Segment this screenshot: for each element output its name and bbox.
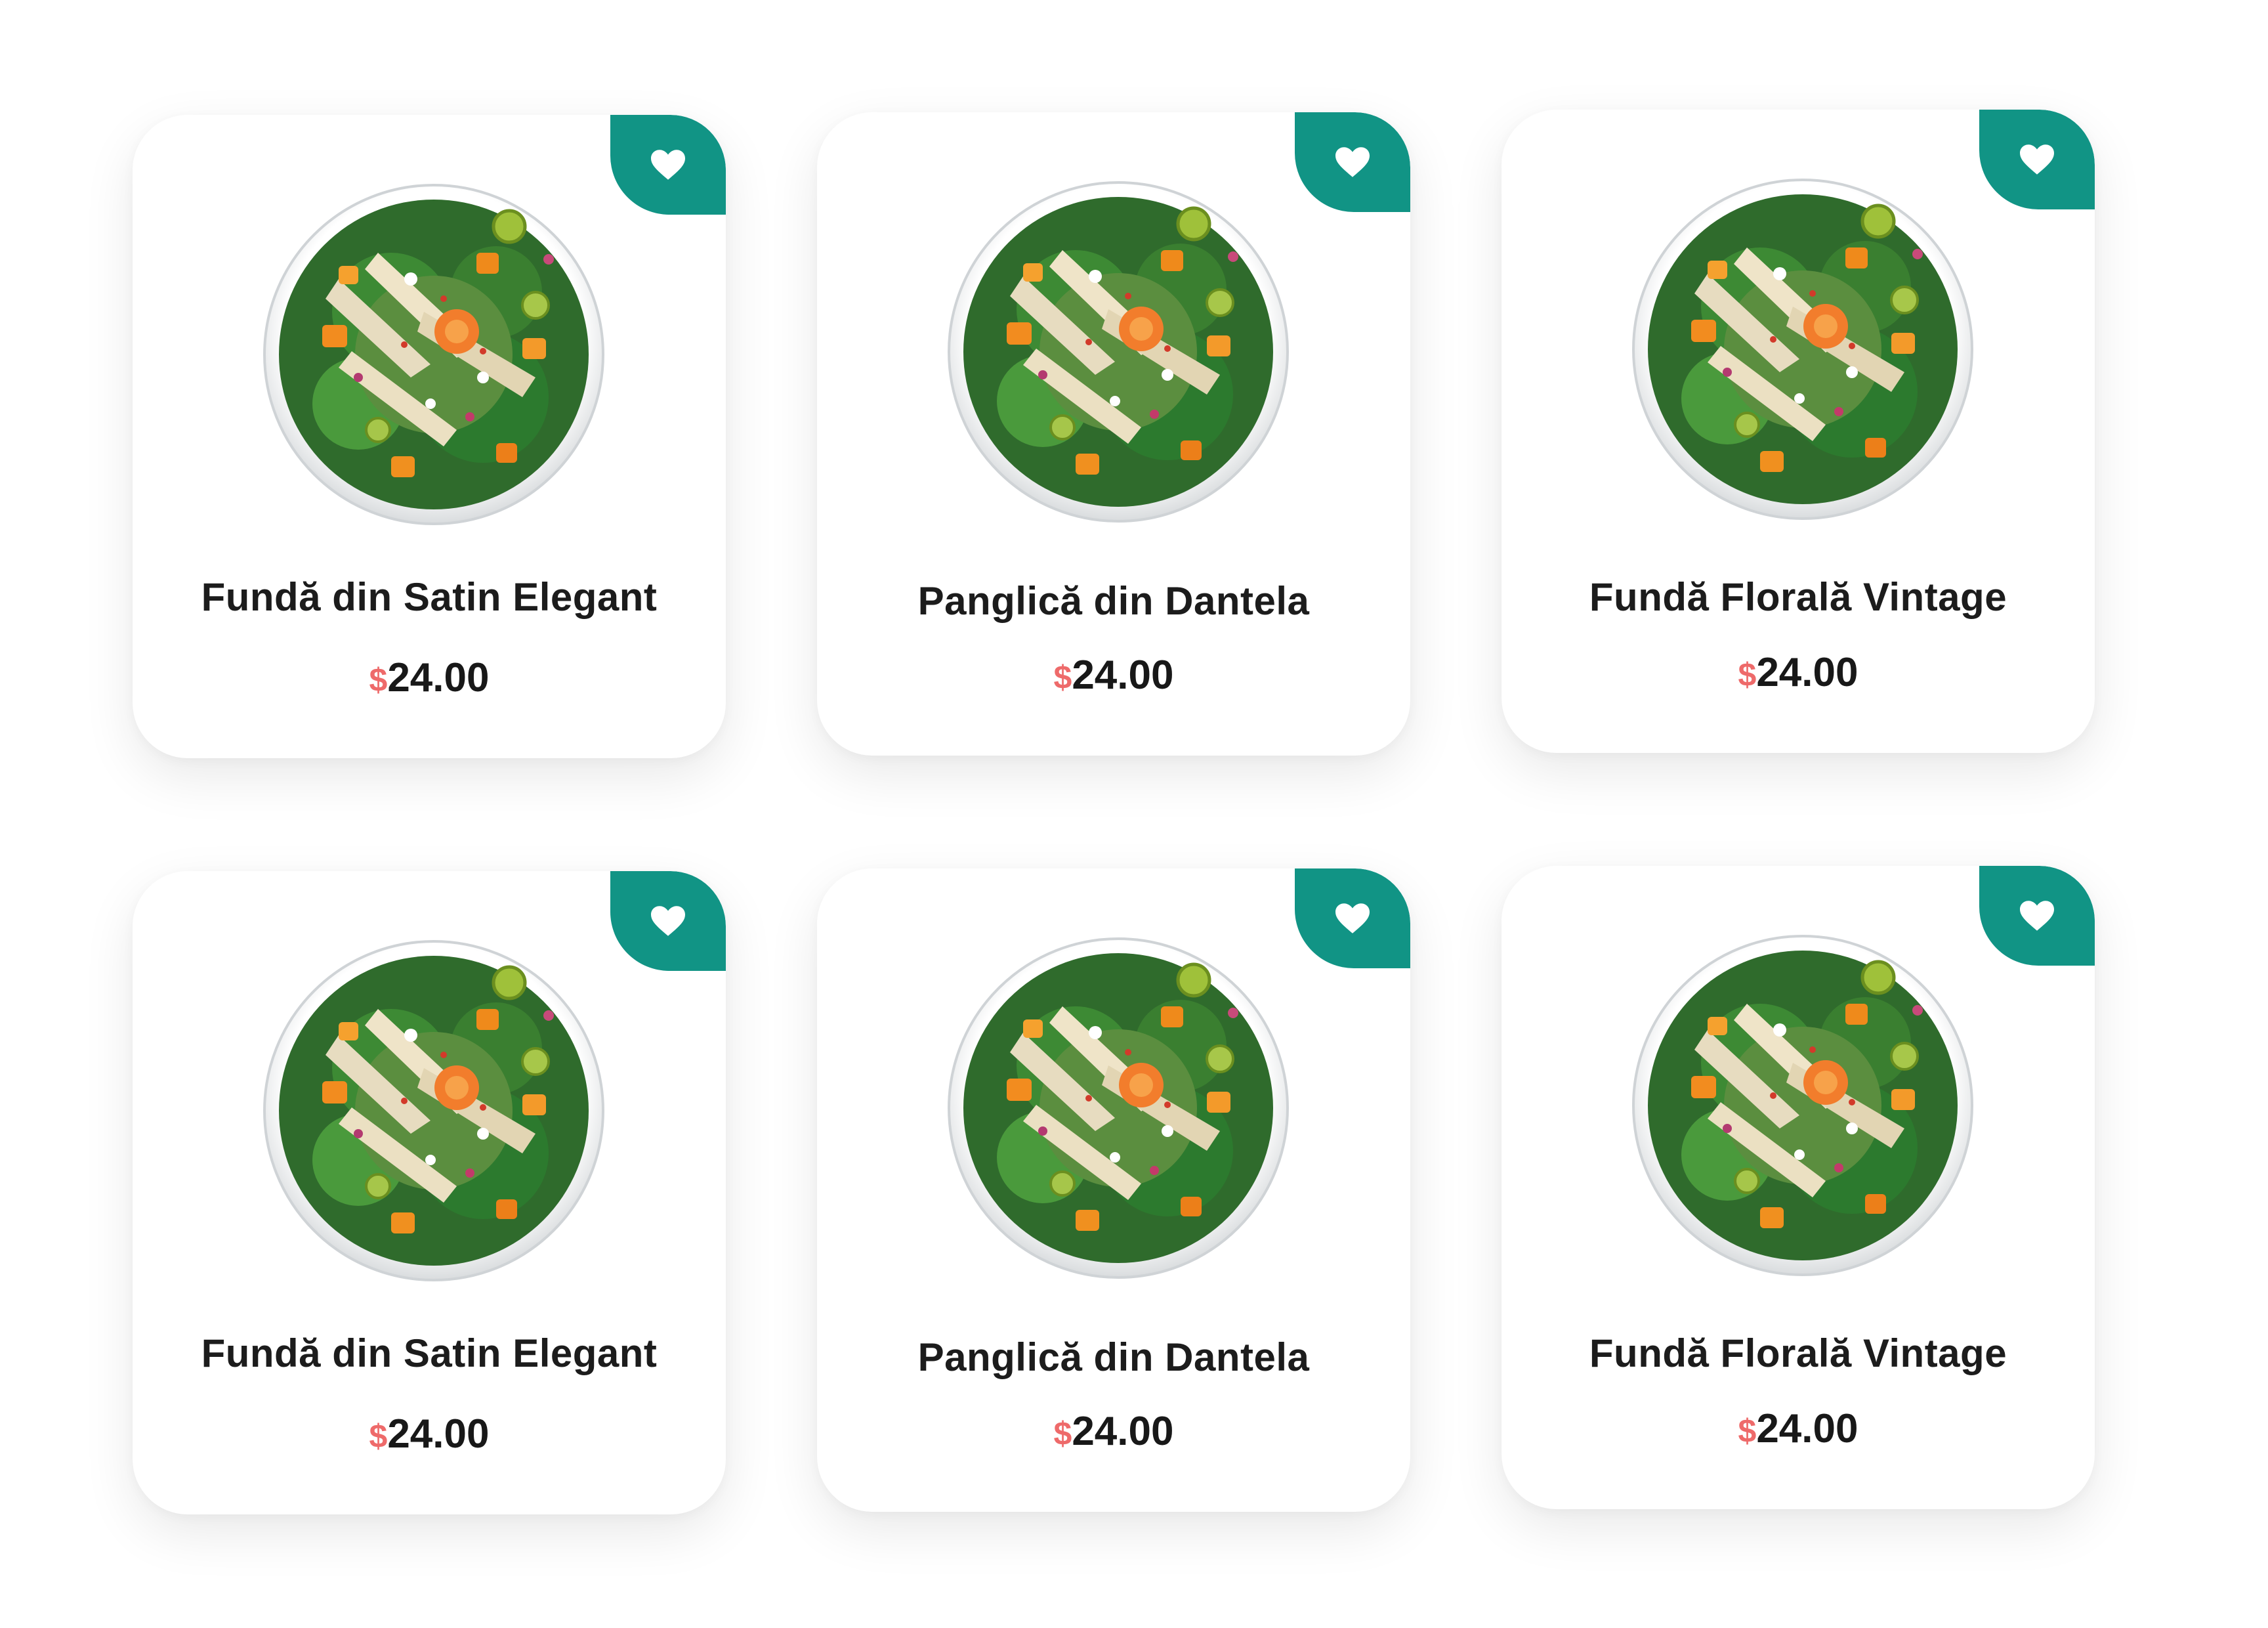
- currency-symbol: $: [369, 662, 388, 698]
- heart-icon: [1335, 147, 1370, 177]
- currency-symbol: $: [1053, 1415, 1072, 1452]
- price-amount: 24.00: [1756, 650, 1858, 695]
- product-card[interactable]: Panglică din Dantela $24.00: [817, 868, 1410, 1512]
- price-amount: 24.00: [387, 1411, 490, 1457]
- product-price: $24.00: [817, 652, 1410, 698]
- heart-icon: [1335, 903, 1370, 933]
- heart-icon: [651, 906, 685, 936]
- product-price: $24.00: [1502, 649, 2095, 696]
- currency-symbol: $: [1053, 659, 1072, 696]
- salad-bowl-image: [1629, 932, 1977, 1279]
- favorite-button[interactable]: [610, 115, 726, 215]
- heart-icon: [2020, 901, 2054, 931]
- salad-bowl-image: [944, 178, 1292, 526]
- currency-symbol: $: [1738, 656, 1757, 693]
- product-card[interactable]: Fundă Florală Vintage $24.00: [1502, 110, 2095, 753]
- product-name: Panglică din Dantela: [917, 579, 1310, 623]
- heart-icon: [2020, 144, 2054, 175]
- product-card[interactable]: Fundă din Satin Elegant $24.00: [133, 871, 726, 1514]
- price-amount: 24.00: [387, 655, 490, 700]
- product-price: $24.00: [817, 1408, 1410, 1455]
- salad-bowl-image: [944, 934, 1292, 1282]
- product-name: Panglică din Dantela: [917, 1335, 1310, 1379]
- favorite-button[interactable]: [1979, 866, 2095, 966]
- product-card[interactable]: Fundă din Satin Elegant $24.00: [133, 115, 726, 758]
- product-name: Fundă din Satin Elegant: [201, 575, 658, 619]
- product-price: $24.00: [1502, 1405, 2095, 1452]
- favorite-button[interactable]: [1295, 112, 1410, 212]
- product-name: Fundă Florală Vintage: [1589, 1331, 2007, 1375]
- salad-bowl-image: [260, 937, 608, 1285]
- salad-bowl-image: [260, 181, 608, 528]
- currency-symbol: $: [1738, 1413, 1757, 1449]
- product-price: $24.00: [133, 1411, 726, 1457]
- favorite-button[interactable]: [610, 871, 726, 971]
- price-amount: 24.00: [1072, 653, 1174, 698]
- heart-icon: [651, 150, 685, 180]
- salad-bowl-image: [1629, 175, 1977, 523]
- product-card[interactable]: Fundă Florală Vintage $24.00: [1502, 866, 2095, 1509]
- favorite-button[interactable]: [1295, 868, 1410, 968]
- product-card[interactable]: Panglică din Dantela $24.00: [817, 112, 1410, 756]
- price-amount: 24.00: [1756, 1406, 1858, 1451]
- product-name: Fundă din Satin Elegant: [201, 1331, 658, 1375]
- product-grid: Fundă din Satin Elegant $24.00 Panglică …: [0, 0, 2268, 1628]
- product-name: Fundă Florală Vintage: [1589, 575, 2007, 619]
- currency-symbol: $: [369, 1418, 388, 1455]
- price-amount: 24.00: [1072, 1409, 1174, 1454]
- favorite-button[interactable]: [1979, 110, 2095, 209]
- product-price: $24.00: [133, 654, 726, 701]
